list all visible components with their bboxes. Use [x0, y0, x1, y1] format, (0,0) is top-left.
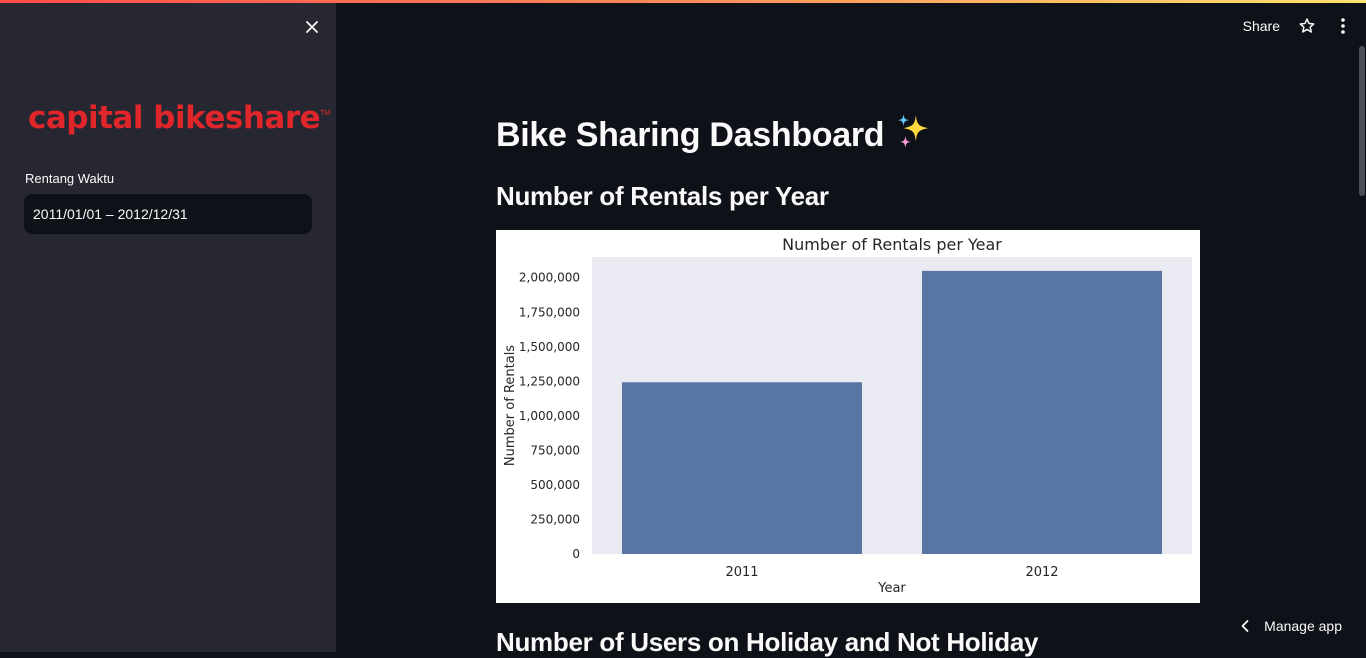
close-icon [306, 21, 318, 33]
sparkles-icon [898, 113, 929, 149]
x-tick-label: 2012 [1025, 565, 1058, 580]
star-icon [1299, 18, 1315, 33]
y-tick-label: 500,000 [530, 478, 580, 492]
chevron-left-icon [1241, 620, 1249, 632]
header-actions: Share [1243, 14, 1352, 38]
chart-svg: Number of Rentals per Year 0 250,000 500,00… [503, 235, 1192, 596]
bar-2012 [922, 270, 1162, 554]
page-title-text: Bike Sharing Dashboard [496, 116, 885, 154]
date-range-value: 2011/01/01 – 2012/12/31 [33, 206, 188, 222]
main-content: Bike Sharing Dashboard Number of Rentals… [496, 0, 1216, 657]
y-tick-label: 1,250,000 [519, 374, 580, 388]
share-button[interactable]: Share [1243, 18, 1280, 34]
section-title-holiday-users: Number of Users on Holiday and Not Holid… [496, 627, 1039, 657]
manage-app-button[interactable]: Manage app [1240, 618, 1342, 634]
main-menu-button[interactable] [1334, 15, 1352, 37]
capital-bikeshare-logo: capital bikeshareTM [28, 100, 330, 150]
date-range-label: Rentang Waktu [25, 171, 115, 186]
manage-app-label: Manage app [1264, 618, 1342, 634]
y-tick-label: 250,000 [530, 512, 580, 526]
y-tick-label: 1,500,000 [519, 340, 580, 354]
y-axis-label: Number of Rentals [503, 345, 518, 466]
chart-title: Number of Rentals per Year [782, 235, 1002, 254]
logo-text: capital bikeshare [28, 100, 321, 136]
section-title-rentals-per-year: Number of Rentals per Year [496, 181, 829, 211]
y-tick-label: 2,000,000 [519, 271, 580, 285]
y-tick-label: 1,750,000 [519, 305, 580, 319]
kebab-menu-icon [1341, 18, 1345, 34]
y-tick-label: 750,000 [530, 443, 580, 457]
header-decoration-bar [0, 0, 1366, 3]
page-title: Bike Sharing Dashboard [496, 112, 932, 155]
sidebar: capital bikeshareTM Rentang Waktu 2011/0… [0, 0, 336, 652]
main-scrollbar[interactable] [1358, 46, 1366, 652]
scrollbar-thumb[interactable] [1359, 46, 1365, 196]
y-tick-label: 0 [572, 547, 580, 561]
y-tick-label: 1,000,000 [519, 409, 580, 423]
x-axis-label: Year [877, 581, 906, 596]
date-range-input[interactable]: 2011/01/01 – 2012/12/31 [24, 194, 312, 234]
x-tick-label: 2011 [725, 565, 758, 580]
bar-2011 [622, 382, 862, 554]
rentals-per-year-chart: Number of Rentals per Year 0 250,000 500,00… [496, 230, 1200, 603]
logo-trademark: TM [320, 110, 331, 117]
favorite-button[interactable] [1298, 15, 1316, 37]
close-sidebar-button[interactable] [300, 15, 324, 39]
